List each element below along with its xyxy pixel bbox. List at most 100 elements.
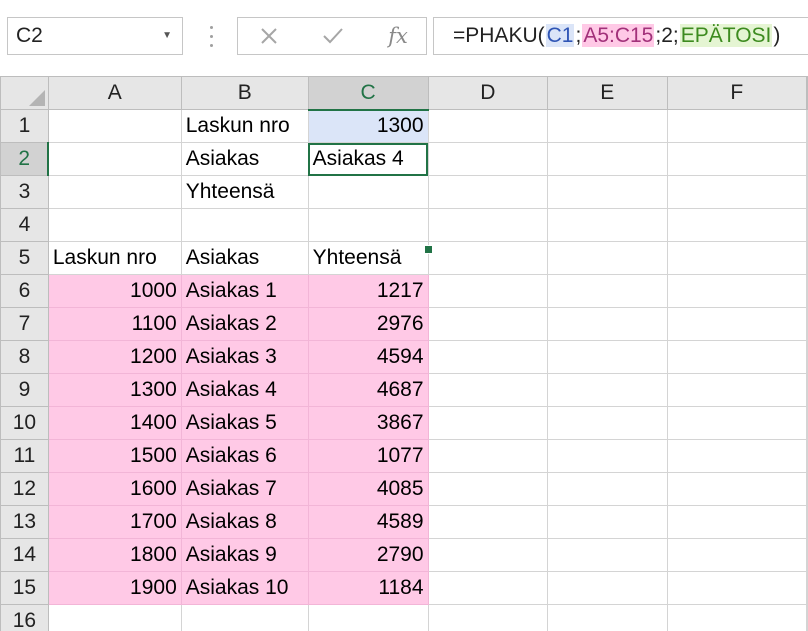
cell-d2[interactable]	[427, 142, 549, 176]
row-header-12[interactable]: 12	[0, 472, 49, 506]
row-header-7[interactable]: 7	[0, 307, 49, 341]
cell-overflow[interactable]	[806, 439, 808, 473]
cell-e5[interactable]	[547, 241, 668, 275]
cell-a5[interactable]: Laskun nro	[47, 241, 182, 275]
cell-overflow[interactable]	[806, 373, 808, 407]
cell-f4[interactable]	[666, 208, 808, 242]
cell-a1[interactable]	[47, 109, 182, 143]
cell-c16[interactable]	[307, 604, 429, 631]
cell-e11[interactable]	[547, 439, 668, 473]
cell-overflow[interactable]	[806, 274, 808, 308]
cell-overflow[interactable]	[806, 472, 808, 506]
cell-d3[interactable]	[427, 175, 549, 209]
cell-f9[interactable]	[666, 373, 808, 407]
cell-a12[interactable]: 1600	[47, 472, 182, 506]
fill-handle[interactable]	[424, 245, 433, 254]
column-header-a[interactable]: A	[47, 76, 182, 110]
cell-e13[interactable]	[547, 505, 668, 539]
chevron-down-icon[interactable]: ▼	[162, 18, 172, 54]
row-header-9[interactable]: 9	[0, 373, 49, 407]
cell-d7[interactable]	[427, 307, 549, 341]
cell-a4[interactable]	[47, 208, 182, 242]
column-header-c[interactable]: C	[307, 76, 429, 111]
cell-c11[interactable]: 1077	[307, 439, 429, 473]
cell-e1[interactable]	[547, 109, 668, 143]
cell-overflow[interactable]	[806, 604, 808, 631]
cell-a10[interactable]: 1400	[47, 406, 182, 440]
cell-c15[interactable]: 1184	[307, 571, 429, 605]
cell-b11[interactable]: Asiakas 6	[180, 439, 309, 473]
cell-b1[interactable]: Laskun nro	[180, 109, 309, 143]
cell-overflow[interactable]	[806, 571, 808, 605]
row-header-11[interactable]: 11	[0, 439, 49, 473]
cell-d16[interactable]	[427, 604, 549, 631]
cell-c9[interactable]: 4687	[307, 373, 429, 407]
cell-overflow[interactable]	[806, 505, 808, 539]
row-header-4[interactable]: 4	[0, 208, 49, 242]
cell-d4[interactable]	[427, 208, 549, 242]
cell-b5[interactable]: Asiakas	[180, 241, 309, 275]
cell-c6[interactable]: 1217	[307, 274, 429, 308]
cell-e14[interactable]	[547, 538, 668, 572]
cell-d11[interactable]	[427, 439, 549, 473]
cell-f1[interactable]	[666, 109, 808, 143]
row-header-14[interactable]: 14	[0, 538, 49, 572]
cell-overflow[interactable]	[806, 340, 808, 374]
row-header-2[interactable]: 2	[0, 142, 50, 176]
cell-e9[interactable]	[547, 373, 668, 407]
cell-e15[interactable]	[547, 571, 668, 605]
cell-c2[interactable]: Asiakas 4	[307, 142, 429, 176]
cell-e10[interactable]	[547, 406, 668, 440]
column-header-e[interactable]: E	[547, 76, 668, 110]
cell-b2[interactable]: Asiakas	[180, 142, 309, 176]
cell-a14[interactable]: 1800	[47, 538, 182, 572]
cell-b12[interactable]: Asiakas 7	[180, 472, 309, 506]
cell-f12[interactable]	[666, 472, 808, 506]
select-all-icon[interactable]	[0, 76, 49, 110]
cell-d8[interactable]	[427, 340, 549, 374]
row-header-15[interactable]: 15	[0, 571, 49, 605]
row-header-3[interactable]: 3	[0, 175, 49, 209]
cell-c12[interactable]: 4085	[307, 472, 429, 506]
cell-overflow[interactable]	[806, 109, 808, 143]
cell-e8[interactable]	[547, 340, 668, 374]
cell-f13[interactable]	[666, 505, 808, 539]
close-icon[interactable]	[254, 18, 284, 54]
cell-b16[interactable]	[180, 604, 309, 631]
cell-d5[interactable]	[427, 241, 549, 275]
cell-b10[interactable]: Asiakas 5	[180, 406, 309, 440]
cell-d9[interactable]	[427, 373, 549, 407]
cell-d13[interactable]	[427, 505, 549, 539]
row-header-1[interactable]: 1	[0, 109, 49, 143]
cell-a11[interactable]: 1500	[47, 439, 182, 473]
name-box[interactable]: C2 ▼	[7, 17, 183, 55]
cell-f16[interactable]	[666, 604, 808, 631]
cell-a16[interactable]	[47, 604, 182, 631]
cell-e16[interactable]	[547, 604, 668, 631]
cell-f6[interactable]	[666, 274, 808, 308]
cell-d6[interactable]	[427, 274, 549, 308]
cell-b13[interactable]: Asiakas 8	[180, 505, 309, 539]
formula-input[interactable]: =PHAKU(C1;A5:C15;2;EPÄTOSI)	[433, 17, 808, 55]
cell-b7[interactable]: Asiakas 2	[180, 307, 309, 341]
fx-icon[interactable]: fx	[381, 18, 415, 54]
row-header-6[interactable]: 6	[0, 274, 49, 308]
cell-a15[interactable]: 1900	[47, 571, 182, 605]
cell-d15[interactable]	[427, 571, 549, 605]
cell-b14[interactable]: Asiakas 9	[180, 538, 309, 572]
cell-c5[interactable]: Yhteensä	[307, 241, 429, 275]
cell-c3[interactable]	[307, 175, 429, 209]
column-header-overflow[interactable]	[806, 76, 808, 110]
cell-f8[interactable]	[666, 340, 808, 374]
cell-overflow[interactable]	[806, 208, 808, 242]
cell-e12[interactable]	[547, 472, 668, 506]
cell-e4[interactable]	[547, 208, 668, 242]
cell-f3[interactable]	[666, 175, 808, 209]
cell-c14[interactable]: 2790	[307, 538, 429, 572]
cell-d10[interactable]	[427, 406, 549, 440]
cell-overflow[interactable]	[806, 241, 808, 275]
column-header-d[interactable]: D	[427, 76, 549, 110]
cell-f14[interactable]	[666, 538, 808, 572]
cell-a2[interactable]	[47, 142, 182, 176]
cell-a13[interactable]: 1700	[47, 505, 182, 539]
